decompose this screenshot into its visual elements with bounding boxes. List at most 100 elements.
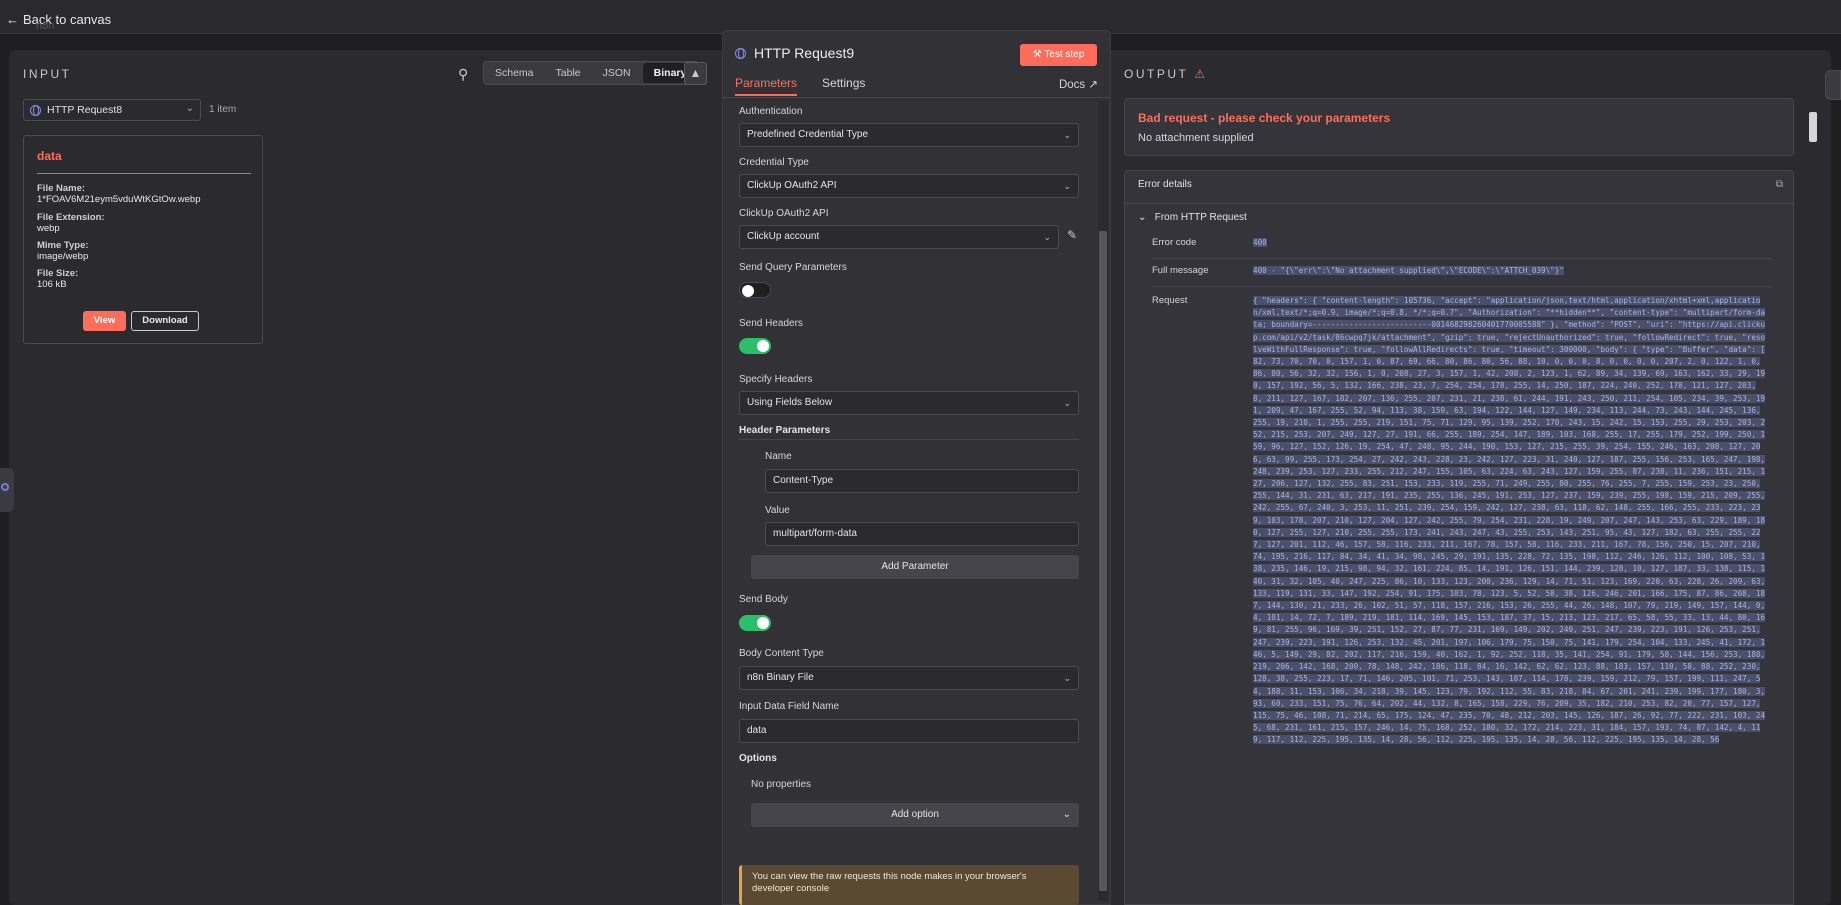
globe-icon — [735, 47, 746, 59]
error-code-value: 400 — [1253, 238, 1267, 247]
specify-headers-label: Specify Headers — [739, 374, 813, 385]
node-tabs: Parameters Settings — [735, 76, 865, 96]
input-node-select[interactable]: HTTP Request8 ⌄ — [23, 99, 201, 121]
send-headers-toggle[interactable] — [739, 338, 771, 354]
tab-json[interactable]: JSON — [592, 62, 642, 84]
binary-key: data — [37, 149, 62, 163]
body-content-type-label: Body Content Type — [739, 648, 824, 659]
credential-type-value: ClickUp OAuth2 API — [747, 180, 837, 191]
view-mode-tabs: Schema Table JSON Binary — [483, 61, 700, 85]
error-message-box: Bad request - please check your paramete… — [1124, 98, 1794, 156]
add-option-label: Add option — [891, 809, 939, 820]
add-parameter-button[interactable]: Add Parameter — [751, 555, 1079, 579]
error-title: Bad request - please check your paramete… — [1138, 111, 1391, 125]
header-value-input[interactable]: multipart/form-data — [765, 522, 1079, 546]
credential-type-label: Credential Type — [739, 157, 809, 168]
detail-key: Full message — [1152, 265, 1209, 276]
add-option-button[interactable]: Add option ⌄ — [751, 803, 1079, 827]
output-title: OUTPUT ⚠ — [1124, 67, 1208, 81]
options-section: Options — [739, 753, 777, 764]
input-data-field-input[interactable]: data — [739, 719, 1079, 743]
detail-key: Error code — [1152, 237, 1197, 248]
binary-data-card: data File Name: 1*FOAV6M21eym5vduWtKGtOw… — [23, 135, 263, 344]
mime-type-field: Mime Type: image/webp — [37, 240, 89, 262]
file-extension-value: webp — [37, 223, 60, 234]
header-parameters-section: Header Parameters — [739, 425, 1079, 440]
divider — [723, 97, 1110, 98]
test-step-label: Test step — [1044, 49, 1085, 60]
collapse-handle-left[interactable] — [0, 468, 14, 512]
error-subtitle: No attachment supplied — [1138, 132, 1254, 144]
file-name-field: File Name: 1*FOAV6M21eym5vduWtKGtOw.webp — [37, 183, 201, 205]
docs-link[interactable]: Docs ↗ — [1059, 77, 1098, 91]
node-title-text: HTTP Request9 — [754, 45, 855, 61]
external-link-icon: ↗ — [1088, 79, 1098, 91]
back-to-canvas-link[interactable]: ← Back to canvas n8n — [6, 12, 111, 32]
warning-icon: ⚠ — [1194, 67, 1208, 81]
divider — [37, 173, 251, 174]
detail-row: Request { "headers": { "content-length":… — [1152, 295, 1772, 904]
error-details-panel: Error details ⧉ ⌄ From HTTP Request Erro… — [1124, 170, 1794, 905]
tab-settings[interactable]: Settings — [822, 76, 865, 96]
tab-schema[interactable]: Schema — [484, 62, 545, 84]
view-button[interactable]: View — [83, 311, 126, 331]
scrollbar-thumb[interactable] — [1099, 231, 1107, 891]
tab-parameters[interactable]: Parameters — [735, 76, 798, 96]
file-size-field: File Size: 106 kB — [37, 268, 78, 290]
file-extension-field: File Extension: webp — [37, 212, 105, 234]
detail-row: Error code 400 — [1152, 237, 1772, 259]
clickup-credential-select[interactable]: ClickUp account ⌄ — [739, 225, 1059, 249]
search-icon[interactable]: ⚲ — [458, 66, 468, 83]
authentication-select[interactable]: Predefined Credential Type ⌄ — [739, 123, 1079, 147]
scrollbar-thumb[interactable] — [1809, 112, 1817, 142]
chevron-down-icon: ⌄ — [1138, 212, 1147, 223]
background-logo-text: n8n — [36, 20, 55, 32]
from-http-request-label: From HTTP Request — [1154, 212, 1247, 223]
top-bar: ← Back to canvas n8n — [0, 0, 1841, 34]
request-value: { "headers": { "content-length": 105736,… — [1253, 296, 1766, 745]
toggle-knob — [757, 340, 769, 352]
tab-table[interactable]: Table — [545, 62, 592, 84]
circle-icon — [1, 483, 9, 491]
clickup-credential-label: ClickUp OAuth2 API — [739, 208, 829, 219]
file-extension-label: File Extension: — [37, 212, 105, 223]
full-message-value: 400 - "{\"err\":\"No attachment supplied… — [1253, 266, 1564, 275]
detail-value: 400 - "{\"err\":\"No attachment supplied… — [1253, 265, 1768, 277]
collapse-handle-right[interactable] — [1825, 70, 1841, 100]
header-name-input[interactable]: Content-Type — [765, 469, 1079, 493]
authentication-value: Predefined Credential Type — [747, 129, 869, 140]
body-content-type-value: n8n Binary File — [747, 672, 814, 683]
docs-label: Docs — [1058, 79, 1086, 91]
send-query-toggle[interactable] — [739, 282, 771, 298]
scrollbar[interactable] — [1098, 101, 1108, 901]
test-step-button[interactable]: ⚒ Test step — [1020, 44, 1097, 66]
output-scrollbar[interactable] — [1808, 98, 1818, 905]
file-name-label: File Name: — [37, 183, 86, 194]
edit-pencil-icon[interactable]: ✎ — [1067, 228, 1077, 242]
credential-type-select[interactable]: ClickUp OAuth2 API ⌄ — [739, 174, 1079, 198]
specify-headers-select[interactable]: Using Fields Below ⌄ — [739, 391, 1079, 415]
error-details-label: Error details — [1138, 179, 1192, 190]
file-size-label: File Size: — [37, 268, 79, 279]
header-name-label: Name — [765, 451, 792, 462]
send-body-toggle[interactable] — [739, 615, 771, 631]
send-headers-label: Send Headers — [739, 318, 803, 329]
node-title: HTTP Request9 — [735, 45, 854, 61]
globe-icon — [30, 104, 41, 116]
copy-icon[interactable]: ⧉ — [1776, 179, 1783, 190]
file-size-value: 106 kB — [37, 279, 67, 290]
chevron-down-icon: ⌄ — [1063, 673, 1071, 683]
toggle-knob — [742, 285, 754, 297]
from-http-request-toggle[interactable]: ⌄ From HTTP Request — [1138, 212, 1247, 223]
clickup-credential-value: ClickUp account — [747, 231, 820, 242]
download-button[interactable]: Download — [131, 311, 199, 331]
no-properties-text: No properties — [751, 779, 812, 790]
send-query-label: Send Query Parameters — [739, 262, 847, 273]
body-content-type-select[interactable]: n8n Binary File ⌄ — [739, 666, 1079, 690]
input-title: INPUT — [23, 67, 72, 81]
mime-type-value: image/webp — [37, 251, 89, 262]
pin-icon[interactable]: ▲ — [684, 62, 707, 85]
detail-key: Request — [1152, 295, 1188, 306]
divider — [1125, 203, 1793, 204]
detail-value: { "headers": { "content-length": 105736,… — [1253, 295, 1768, 747]
